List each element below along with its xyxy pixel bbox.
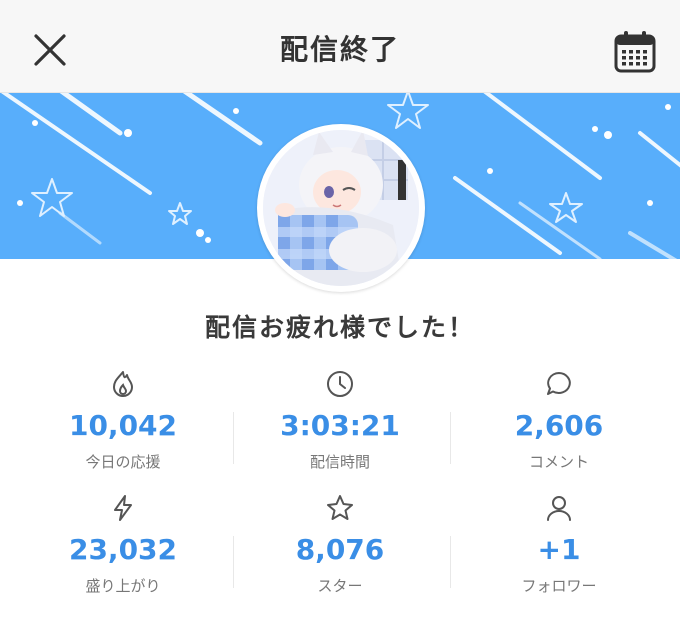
page-title: 配信終了 — [279, 33, 400, 66]
flame-icon — [113, 371, 133, 397]
stat-value: 3:03:21 — [280, 409, 400, 442]
clock-icon — [327, 371, 353, 397]
stat-label: 配信時間 — [309, 453, 370, 471]
avatar-illustration — [263, 130, 419, 286]
calendar-button[interactable] — [612, 30, 658, 74]
stat-stars: 8,076 スター — [227, 493, 453, 595]
stat-excitement: 23,032 盛り上がり — [10, 493, 236, 595]
stat-label: コメント — [528, 453, 589, 471]
avatar[interactable] — [263, 130, 419, 286]
header-bar: 配信終了 — [0, 0, 680, 93]
stat-value: 8,076 — [295, 533, 385, 566]
stat-stream-time: 3:03:21 配信時間 — [227, 369, 453, 471]
stat-followers: +1 フォロワー — [446, 493, 672, 595]
stat-value: +1 — [537, 533, 581, 566]
stat-label: スター — [317, 577, 363, 595]
stat-value: 23,032 — [68, 533, 178, 566]
stat-label: フォロワー — [521, 577, 597, 595]
avatar-frame — [257, 124, 425, 292]
calendar-icon — [614, 31, 656, 73]
star-icon — [327, 495, 353, 520]
lightning-icon — [114, 495, 132, 521]
stat-value: 2,606 — [514, 409, 604, 442]
stat-support: 10,042 今日の応援 — [10, 369, 236, 471]
stat-value: 10,042 — [68, 409, 178, 442]
completion-message: 配信お疲れ様でした！ — [204, 313, 475, 342]
stat-label: 盛り上がり — [85, 577, 161, 595]
stat-label: 今日の応援 — [85, 453, 161, 471]
person-icon — [547, 496, 571, 521]
stat-comments: 2,606 コメント — [446, 369, 672, 471]
comment-icon — [547, 372, 571, 395]
